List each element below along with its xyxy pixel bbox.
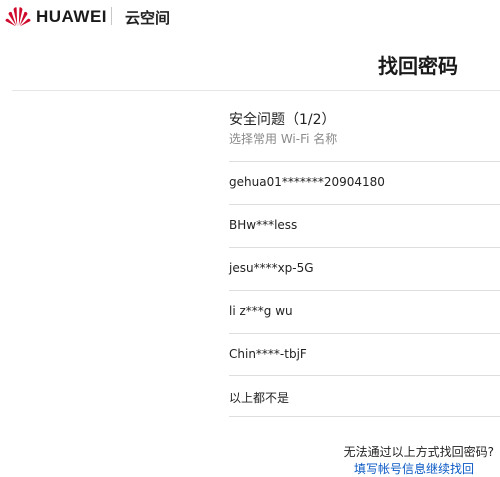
page-title: 找回密码 <box>378 54 458 78</box>
none-of-above-option[interactable]: 以上都不是 <box>229 375 500 417</box>
none-of-above-label: 以上都不是 <box>229 391 290 405</box>
option-divider <box>229 290 500 291</box>
huawei-logo-icon[interactable] <box>4 5 32 27</box>
option-divider <box>229 161 500 162</box>
wifi-option-label: li z***g wu <box>229 304 293 318</box>
cannot-recover-text: 无法通过以上方式找回密码? <box>343 445 494 459</box>
wifi-option[interactable]: Chin****-tbjF <box>229 333 500 375</box>
header-divider <box>111 7 112 25</box>
wifi-option[interactable]: jesu****xp-5G <box>229 247 500 289</box>
option-divider <box>229 375 500 376</box>
security-question-hint: 选择常用 Wi-Fi 名称 <box>229 132 338 146</box>
wifi-option-label: gehua01*******20904180 <box>229 175 385 189</box>
top-bar: HUAWEI 云空间 <box>0 0 500 34</box>
product-name[interactable]: 云空间 <box>125 7 170 28</box>
wifi-option[interactable]: li z***g wu <box>229 290 500 332</box>
options-bottom-divider <box>229 416 500 417</box>
wifi-option-label: Chin****-tbjF <box>229 347 307 361</box>
option-divider <box>229 204 500 205</box>
wifi-option[interactable]: BHw***less <box>229 204 500 246</box>
wifi-option-label: BHw***less <box>229 218 298 232</box>
wifi-option-label: jesu****xp-5G <box>229 261 314 275</box>
title-divider <box>12 90 500 91</box>
option-divider <box>229 247 500 248</box>
brand-name: HUAWEI <box>36 7 107 26</box>
wifi-option[interactable]: gehua01*******20904180 <box>229 161 500 203</box>
option-divider <box>229 333 500 334</box>
security-question-title: 安全问题（1/2） <box>229 112 336 128</box>
fill-account-info-link[interactable]: 填写帐号信息继续找回 <box>354 460 474 477</box>
